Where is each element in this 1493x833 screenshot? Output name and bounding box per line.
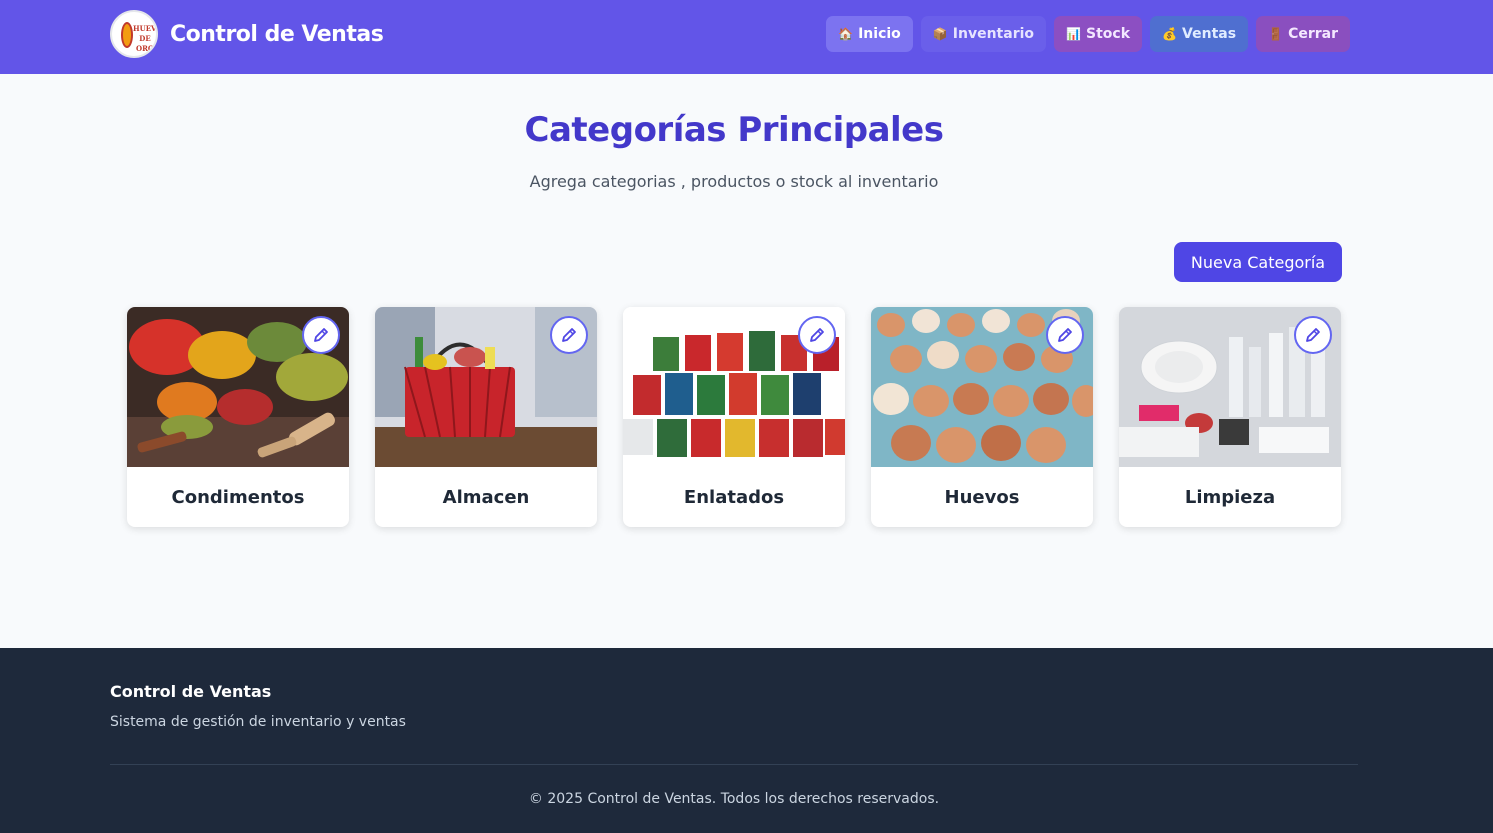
category-card-limpieza[interactable]: Limpieza	[1119, 307, 1341, 527]
footer-copyright: © 2025 Control de Ventas. Todos los dere…	[528, 791, 940, 807]
new-category-button[interactable]: Nueva Categoría	[1174, 242, 1342, 282]
nav-ventas[interactable]: 💰 Ventas	[1150, 16, 1249, 52]
grocery-basket-image	[375, 307, 597, 467]
pencil-icon	[314, 328, 328, 342]
logo: HUEVO DE ORO	[110, 10, 158, 58]
edit-category-button[interactable]	[798, 316, 836, 354]
brand[interactable]: HUEVO DE ORO Control de Ventas	[110, 10, 384, 58]
edit-category-button[interactable]	[1294, 316, 1332, 354]
nav-stock[interactable]: 📊 Stock	[1054, 16, 1143, 52]
category-name: Condimentos	[171, 486, 305, 508]
category-name: Limpieza	[1184, 486, 1276, 508]
footer-divider	[110, 764, 1358, 765]
eggs-image	[871, 307, 1093, 467]
pencil-icon	[810, 328, 824, 342]
money-bag-icon: 💰	[1162, 27, 1177, 41]
edit-category-button[interactable]	[302, 316, 340, 354]
category-card-condimentos[interactable]: Condimentos	[127, 307, 349, 527]
nav-inventario[interactable]: 📦 Inventario	[920, 16, 1047, 52]
top-navbar: HUEVO DE ORO Control de Ventas 🏠 Inicio …	[0, 0, 1493, 74]
category-card-huevos[interactable]: Huevos	[871, 307, 1093, 527]
pencil-icon	[1058, 328, 1072, 342]
footer-description: Sistema de gestión de inventario y venta…	[110, 714, 406, 730]
category-name: Almacen	[442, 486, 530, 508]
footer-title: Control de Ventas	[110, 682, 272, 701]
logo-text: HUEVO DE ORO	[133, 24, 157, 53]
spices-image	[127, 307, 349, 467]
category-grid: Condimentos Almacen Enlatados Huevos Lim…	[127, 307, 1341, 527]
package-icon: 📦	[932, 27, 948, 41]
app-title: Control de Ventas	[170, 21, 384, 47]
footer: Control de Ventas Sistema de gestión de …	[0, 648, 1493, 833]
pencil-icon	[562, 328, 576, 342]
edit-category-button[interactable]	[550, 316, 588, 354]
nav-label: Inventario	[952, 26, 1035, 42]
page-subtitle: Agrega categorias , productos o stock al…	[529, 172, 939, 191]
nav-cerrar[interactable]: 🚪 Cerrar	[1256, 16, 1350, 52]
main-nav: 🏠 Inicio 📦 Inventario 📊 Stock 💰 Ventas 🚪…	[826, 16, 1350, 52]
chart-icon: 📊	[1066, 27, 1081, 41]
nav-label: Ventas	[1182, 26, 1237, 42]
house-icon: 🏠	[838, 27, 854, 41]
edit-category-button[interactable]	[1046, 316, 1084, 354]
pencil-icon	[1306, 328, 1320, 342]
category-name: Huevos	[944, 486, 1020, 508]
category-name: Enlatados	[683, 486, 785, 508]
door-icon: 🚪	[1268, 27, 1284, 41]
category-card-enlatados[interactable]: Enlatados	[623, 307, 845, 527]
nav-label: Inicio	[858, 26, 901, 42]
nav-label: Stock	[1086, 26, 1131, 42]
category-card-almacen[interactable]: Almacen	[375, 307, 597, 527]
egg-icon	[121, 22, 133, 48]
nav-label: Cerrar	[1288, 26, 1338, 42]
nav-inicio[interactable]: 🏠 Inicio	[826, 16, 913, 52]
canned-goods-image	[623, 307, 845, 467]
cleaning-supplies-image	[1119, 307, 1341, 467]
page-title: Categorías Principales	[524, 110, 944, 150]
